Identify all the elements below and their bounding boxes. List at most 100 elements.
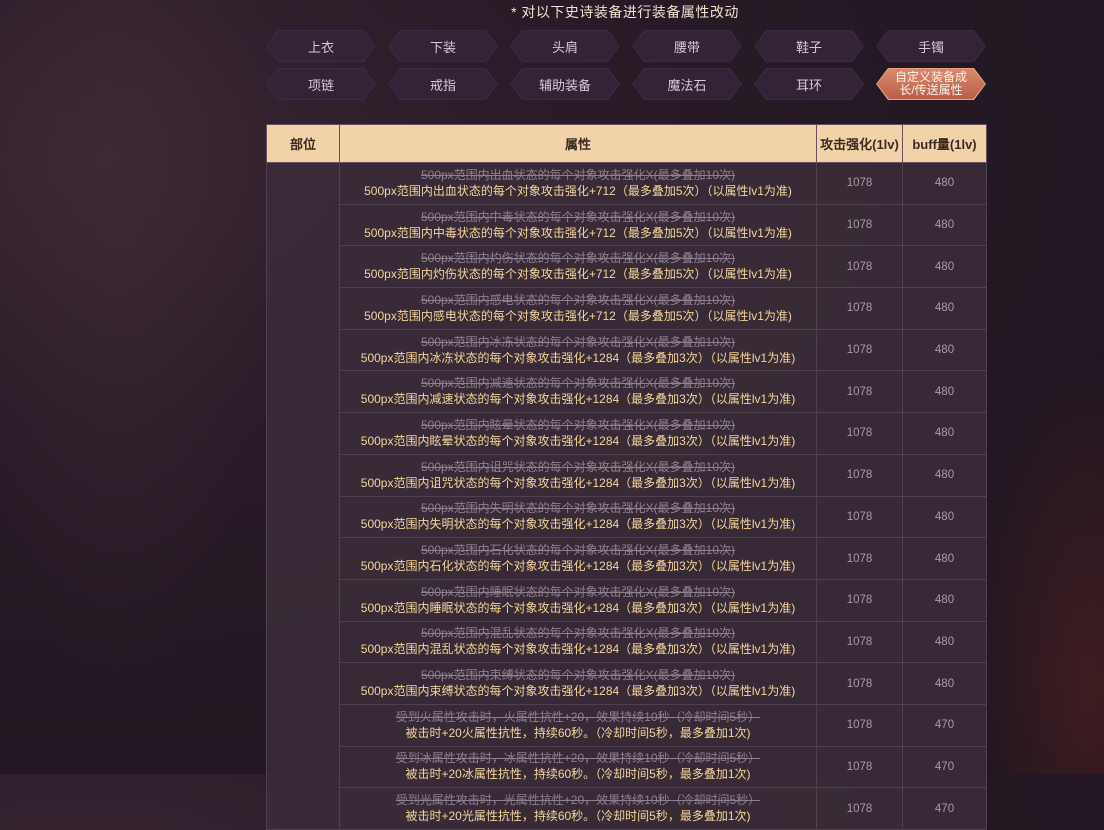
buff-value: 480	[902, 620, 987, 664]
tab-r1-4[interactable]: 鞋子	[754, 30, 864, 62]
buff-value: 480	[902, 662, 987, 705]
buff-value: 470	[902, 745, 987, 789]
tab-label: 头肩	[551, 39, 578, 55]
tab-label: 鞋子	[795, 39, 822, 55]
old-attribute-text: 500px范围内混乱状态的每个对象攻击强化X(最多叠加10次)	[420, 626, 736, 641]
table-row: 500px范围内诅咒状态的每个对象攻击强化X(最多叠加10次) 500px范围内诅…	[267, 453, 987, 497]
buff-value: 480	[902, 287, 987, 330]
tab-r2-1[interactable]: 戒指	[388, 68, 498, 100]
table-row: 500px范围内灼伤状态的每个对象攻击强化X(最多叠加10次) 500px范围内灼…	[267, 245, 987, 289]
tab-label: 下装	[429, 39, 456, 55]
tab-r1-5[interactable]: 手镯	[876, 30, 986, 62]
tab-label: 项链	[307, 77, 334, 93]
header-part: 部位	[266, 124, 340, 163]
attribute-table: 部位 属性 攻击强化(1lv) buff量(1lv) 500px范围内出血状态的…	[266, 124, 987, 830]
attribute-cell: 500px范围内出血状态的每个对象攻击强化X(最多叠加10次) 500px范围内出…	[339, 162, 817, 205]
tab-label: 魔法石	[667, 77, 707, 93]
new-attribute-text: 500px范围内出血状态的每个对象攻击强化+712（最多叠加5次）（以属性lv1…	[364, 183, 792, 198]
buff-value: 480	[902, 537, 987, 580]
new-attribute-text: 500px范围内束缚状态的每个对象攻击强化+1284（最多叠加3次）（以属性lv…	[360, 684, 796, 699]
attribute-cell: 受到冰属性攻击时，冰属性抗性+20，效果持续10秒（冷却时间5秒） 被击时+20冰…	[339, 745, 817, 789]
table-row: 受到光属性攻击时，光属性抗性+20，效果持续10秒（冷却时间5秒） 被击时+20光…	[267, 787, 987, 830]
new-attribute-text: 500px范围内眩晕状态的每个对象攻击强化+1284（最多叠加3次）（以属性lv…	[360, 433, 796, 448]
buff-value: 480	[902, 162, 987, 205]
old-attribute-text: 500px范围内出血状态的每个对象攻击强化X(最多叠加10次)	[420, 167, 736, 182]
attribute-cell: 500px范围内睡眠状态的每个对象攻击强化X(最多叠加10次) 500px范围内睡…	[339, 578, 817, 622]
table-row: 500px范围内减速状态的每个对象攻击强化X(最多叠加10次) 500px范围内减…	[267, 370, 987, 414]
attack-value: 1078	[816, 162, 903, 205]
table-row: 500px范围内束缚状态的每个对象攻击强化X(最多叠加10次) 500px范围内束…	[267, 662, 987, 705]
attack-value: 1078	[816, 745, 903, 789]
new-attribute-text: 500px范围内感电状态的每个对象攻击强化+712（最多叠加5次）（以属性lv1…	[364, 308, 792, 323]
tab-label: 戒指	[429, 77, 456, 93]
new-attribute-text: 500px范围内灼伤状态的每个对象攻击强化+712（最多叠加5次）（以属性lv1…	[364, 267, 792, 282]
old-attribute-text: 受到火属性攻击时，火属性抗性+20，效果持续10秒（冷却时间5秒）	[395, 709, 761, 724]
old-attribute-text: 500px范围内中毒状态的每个对象攻击强化X(最多叠加10次)	[420, 209, 736, 224]
table-row: 受到火属性攻击时，火属性抗性+20，效果持续10秒（冷却时间5秒） 被击时+20火…	[267, 703, 987, 747]
old-attribute-text: 500px范围内束缚状态的每个对象攻击强化X(最多叠加10次)	[420, 668, 736, 683]
attack-value: 1078	[816, 412, 903, 455]
new-attribute-text: 500px范围内失明状态的每个对象攻击强化+1284（最多叠加3次）（以属性lv…	[360, 517, 796, 532]
old-attribute-text: 500px范围内诅咒状态的每个对象攻击强化X(最多叠加10次)	[420, 459, 736, 474]
new-attribute-text: 被击时+20火属性抗性，持续60秒。（冷却时间5秒，最多叠加1次)	[405, 725, 751, 740]
old-attribute-text: 500px范围内减速状态的每个对象攻击强化X(最多叠加10次)	[420, 376, 736, 391]
attribute-cell: 500px范围内石化状态的每个对象攻击强化X(最多叠加10次) 500px范围内石…	[339, 537, 817, 580]
buff-value: 480	[902, 245, 987, 289]
tab-r2-2[interactable]: 辅助装备	[510, 68, 620, 100]
table-row: 500px范围内出血状态的每个对象攻击强化X(最多叠加10次) 500px范围内出…	[266, 162, 987, 830]
attack-value: 1078	[816, 203, 903, 247]
tab-r1-0[interactable]: 上衣	[266, 30, 376, 62]
attribute-cell: 500px范围内减速状态的每个对象攻击强化X(最多叠加10次) 500px范围内减…	[339, 370, 817, 414]
buff-value: 480	[902, 370, 987, 414]
attribute-cell: 500px范围内混乱状态的每个对象攻击强化X(最多叠加10次) 500px范围内混…	[339, 620, 817, 664]
attack-value: 1078	[816, 537, 903, 580]
table-row: 500px范围内中毒状态的每个对象攻击强化X(最多叠加10次) 500px范围内中…	[267, 203, 987, 247]
buff-value: 470	[902, 787, 987, 830]
tab-row-2: 项链 戒指 辅助装备 魔法石 耳环 自定义装备成长/传送属性	[266, 68, 986, 100]
buff-value: 470	[902, 703, 987, 747]
tab-r1-3[interactable]: 腰带	[632, 30, 742, 62]
table-row: 500px范围内失明状态的每个对象攻击强化X(最多叠加10次) 500px范围内失…	[267, 495, 987, 539]
attribute-cell: 500px范围内诅咒状态的每个对象攻击强化X(最多叠加10次) 500px范围内诅…	[339, 453, 817, 497]
table-row: 500px范围内感电状态的每个对象攻击强化X(最多叠加10次) 500px范围内感…	[267, 287, 987, 330]
tab-r2-3[interactable]: 魔法石	[632, 68, 742, 100]
tab-label: 腰带	[673, 39, 700, 55]
table-row: 500px范围内混乱状态的每个对象攻击强化X(最多叠加10次) 500px范围内混…	[267, 620, 987, 664]
new-attribute-text: 被击时+20冰属性抗性，持续60秒。（冷却时间5秒，最多叠加1次)	[405, 767, 751, 782]
buff-value: 480	[902, 203, 987, 247]
attack-value: 1078	[816, 328, 903, 372]
table-header-row: 部位 属性 攻击强化(1lv) buff量(1lv)	[266, 124, 987, 163]
notice-text: * 对以下史诗装备进行装备属性改动	[511, 4, 739, 20]
old-attribute-text: 500px范围内石化状态的每个对象攻击强化X(最多叠加10次)	[420, 543, 736, 558]
header-buff: buff量(1lv)	[902, 124, 987, 163]
tab-r2-4[interactable]: 耳环	[754, 68, 864, 100]
old-attribute-text: 500px范围内冰冻状态的每个对象攻击强化X(最多叠加10次)	[420, 334, 736, 349]
attack-value: 1078	[816, 578, 903, 622]
new-attribute-text: 500px范围内石化状态的每个对象攻击强化+1284（最多叠加3次）（以属性lv…	[360, 559, 796, 574]
tab-label: 手镯	[917, 39, 944, 55]
tab-label: 上衣	[307, 39, 334, 55]
tab-r1-1[interactable]: 下装	[388, 30, 498, 62]
table-row: 500px范围内石化状态的每个对象攻击强化X(最多叠加10次) 500px范围内石…	[267, 537, 987, 580]
attack-value: 1078	[816, 703, 903, 747]
attribute-cell: 受到光属性攻击时，光属性抗性+20，效果持续10秒（冷却时间5秒） 被击时+20光…	[339, 787, 817, 830]
tab-r1-2[interactable]: 头肩	[510, 30, 620, 62]
header-attribute: 属性	[339, 124, 817, 163]
buff-value: 480	[902, 328, 987, 372]
tab-label: 耳环	[795, 77, 822, 93]
old-attribute-text: 受到冰属性攻击时，冰属性抗性+20，效果持续10秒（冷却时间5秒）	[395, 751, 761, 766]
attribute-cell: 500px范围内束缚状态的每个对象攻击强化X(最多叠加10次) 500px范围内束…	[339, 662, 817, 705]
table-row: 受到冰属性攻击时，冰属性抗性+20，效果持续10秒（冷却时间5秒） 被击时+20冰…	[267, 745, 987, 789]
old-attribute-text: 500px范围内感电状态的每个对象攻击强化X(最多叠加10次)	[420, 292, 736, 307]
equipment-tabs: 上衣 下装 头肩 腰带 鞋子 手镯 项链 戒指 辅助装备 魔法石 耳环 自定义装备成长/传送属性	[266, 30, 986, 106]
old-attribute-text: 500px范围内眩晕状态的每个对象攻击强化X(最多叠加10次)	[420, 417, 736, 432]
tab-r2-5[interactable]: 自定义装备成长/传送属性	[876, 68, 986, 100]
tab-r2-0[interactable]: 项链	[266, 68, 376, 100]
new-attribute-text: 500px范围内减速状态的每个对象攻击强化+1284（最多叠加3次）（以属性lv…	[360, 392, 796, 407]
header-attack: 攻击强化(1lv)	[816, 124, 903, 163]
new-attribute-text: 500px范围内冰冻状态的每个对象攻击强化+1284（最多叠加3次）（以属性lv…	[360, 350, 796, 365]
table-row: 500px范围内冰冻状态的每个对象攻击强化X(最多叠加10次) 500px范围内冰…	[267, 328, 987, 372]
attribute-cell: 500px范围内冰冻状态的每个对象攻击强化X(最多叠加10次) 500px范围内冰…	[339, 328, 817, 372]
attribute-cell: 500px范围内中毒状态的每个对象攻击强化X(最多叠加10次) 500px范围内中…	[339, 203, 817, 247]
old-attribute-text: 受到光属性攻击时，光属性抗性+20，效果持续10秒（冷却时间5秒）	[395, 793, 761, 808]
